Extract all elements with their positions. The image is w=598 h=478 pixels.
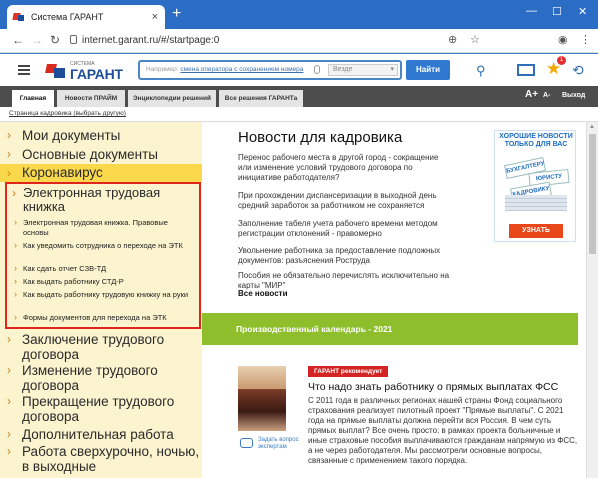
search-button[interactable]: Найти [406, 60, 450, 80]
production-calendar-banner[interactable]: Производственный календарь - 2021 [202, 313, 578, 345]
sidebar-item-my-documents[interactable]: Мои документы [0, 128, 202, 143]
article-title[interactable]: Что надо знать работнику о прямых выплат… [308, 381, 558, 393]
tab-all-solutions[interactable]: Все решения ГАРАНТа [219, 90, 303, 107]
all-news-link[interactable]: Все новости [238, 289, 288, 298]
mail-icon[interactable] [517, 64, 535, 76]
sidebar-item-additional-work[interactable]: Дополнительная работа [0, 427, 202, 442]
recommended-badge: ГАРАНТ рекомендует [308, 366, 389, 377]
forward-icon[interactable]: → [31, 33, 43, 47]
search-input[interactable]: Например: смена оператора с сохранением … [138, 60, 402, 80]
browser-titlebar: Система ГАРАНТ × + — ☐ ✕ [0, 0, 598, 29]
news-item[interactable]: При прохождении диспансеризации в выходн… [238, 191, 452, 211]
garant-favicon-icon [13, 12, 25, 22]
sidebar-sublink[interactable]: Как сдать отчет СЗВ-ТД [14, 263, 193, 274]
url-field[interactable]: internet.garant.ru/#/startpage:0 [82, 35, 219, 46]
sidebar-item-overtime[interactable]: Работа сверхурочно, ночью, в выходные [0, 444, 202, 474]
expert-photo [238, 366, 286, 431]
exit-button[interactable]: Выход [562, 92, 585, 99]
hamburger-menu-icon[interactable] [18, 65, 30, 75]
close-tab-icon[interactable]: × [152, 11, 158, 23]
history-icon[interactable]: ⟲ [572, 62, 584, 79]
main-content: Новости для кадровика Перенос рабочего м… [202, 122, 586, 478]
search-hint: Например: смена оператора с сохранением … [146, 66, 304, 73]
sidebar-sublink[interactable]: Как уведомить сотрудника о переходе на Э… [14, 240, 193, 251]
tab-main[interactable]: Главная [12, 90, 54, 107]
filter-icon[interactable]: ⚲ [476, 63, 486, 79]
minimize-button[interactable]: — [526, 5, 537, 17]
chat-icon[interactable] [240, 438, 253, 448]
back-icon[interactable]: ← [12, 33, 24, 47]
garant-header: СИСТЕМА ГАРАНТ Например: смена оператора… [0, 54, 598, 86]
promo-learn-button[interactable]: УЗНАТЬ [509, 224, 563, 238]
scrollbar-thumb[interactable] [589, 134, 596, 254]
lock-icon [70, 35, 77, 44]
sidebar-item-contract-change[interactable]: Изменение трудового договора [0, 363, 202, 393]
font-increase-button[interactable]: A+ [525, 89, 538, 100]
news-item[interactable]: Перенос рабочего места в другой город - … [238, 153, 452, 183]
sidebar-sublink[interactable]: Формы документов для перехода на ЭТК [14, 312, 193, 323]
font-decrease-button[interactable]: A- [543, 92, 550, 99]
sidebar-expanded-heading[interactable]: Электронная трудовая книжка [12, 186, 193, 214]
microphone-icon[interactable] [314, 65, 320, 74]
tab-news-prime[interactable]: Новости ПРАЙМ [57, 90, 125, 107]
garant-logo[interactable]: СИСТЕМА ГАРАНТ [45, 60, 128, 82]
sidebar-item-contract-conclusion[interactable]: Заключение трудового договора [0, 332, 202, 362]
sidebar-sublink[interactable]: Как выдать работнику трудовую книжку на … [14, 289, 193, 300]
tab-title: Система ГАРАНТ [31, 12, 104, 22]
sidebar: Мои документы Основные документы Коронав… [0, 122, 202, 478]
news-item[interactable]: Заполнение табеля учета рабочего времени… [238, 219, 452, 239]
sidebar-expanded-section: Электронная трудовая книжка Электронная … [5, 182, 201, 329]
maximize-button[interactable]: ☐ [552, 5, 562, 18]
sidebar-item-coronavirus[interactable]: Коронавирус [0, 164, 202, 182]
search-scope-select[interactable]: Везде [328, 64, 398, 76]
bookmark-star-icon[interactable]: ☆ [470, 33, 480, 46]
browser-tab[interactable]: Система ГАРАНТ × [7, 5, 165, 29]
scrollbar[interactable]: ▲ [586, 122, 598, 478]
logo-text: ГАРАНТ [70, 66, 123, 82]
ask-expert-link[interactable]: Задать вопрос экспертам [258, 437, 306, 451]
new-tab-button[interactable]: + [172, 6, 181, 22]
scroll-up-icon[interactable]: ▲ [589, 124, 595, 130]
reload-icon[interactable]: ↻ [50, 33, 60, 47]
zoom-icon[interactable]: ⊕ [448, 33, 457, 46]
paper-stack-image [505, 195, 567, 211]
account-icon[interactable]: ◉ [558, 33, 568, 46]
calendar-label: Производственный календарь - 2021 [236, 324, 393, 334]
menu-dots-icon[interactable]: ⋮ [580, 33, 591, 46]
search-hint-link[interactable]: смена оператора с сохранением номера [180, 66, 303, 73]
main-tabs: Главная Новости ПРАЙМ Энциклопедии решен… [0, 86, 598, 107]
news-section-title: Новости для кадровика [238, 129, 403, 146]
tab-encyclopedias[interactable]: Энциклопедии решений [128, 90, 216, 107]
close-window-button[interactable]: ✕ [578, 5, 587, 18]
sidebar-sublink[interactable]: Как выдать работнику СТД-Р [14, 276, 193, 287]
news-item[interactable]: Увольнение работника за предоставление п… [238, 246, 452, 266]
notification-badge: 1 [557, 56, 566, 65]
promo-title: ХОРОШИЕ НОВОСТИ ТОЛЬКО ДЛЯ ВАС [499, 133, 573, 148]
sidebar-sublink[interactable]: Электронная трудовая книжка. Правовые ос… [14, 217, 193, 238]
breadcrumb[interactable]: Страница кадровика (выбрать другую) [9, 110, 126, 117]
sidebar-item-main-documents[interactable]: Основные документы [0, 147, 202, 162]
news-item[interactable]: Пособия не обязательно перечислять исклю… [238, 271, 452, 291]
breadcrumb-bar: Страница кадровика (выбрать другую) [0, 107, 598, 122]
address-bar: ← → ↻ internet.garant.ru/#/startpage:0 ⊕… [0, 29, 598, 53]
promo-banner[interactable]: ХОРОШИЕ НОВОСТИ ТОЛЬКО ДЛЯ ВАС БУХГАЛТЕР… [494, 130, 576, 242]
sidebar-item-contract-termination[interactable]: Прекращение трудового договора [0, 394, 202, 424]
article-body: С 2011 года в различных регионах нашей с… [308, 396, 578, 465]
